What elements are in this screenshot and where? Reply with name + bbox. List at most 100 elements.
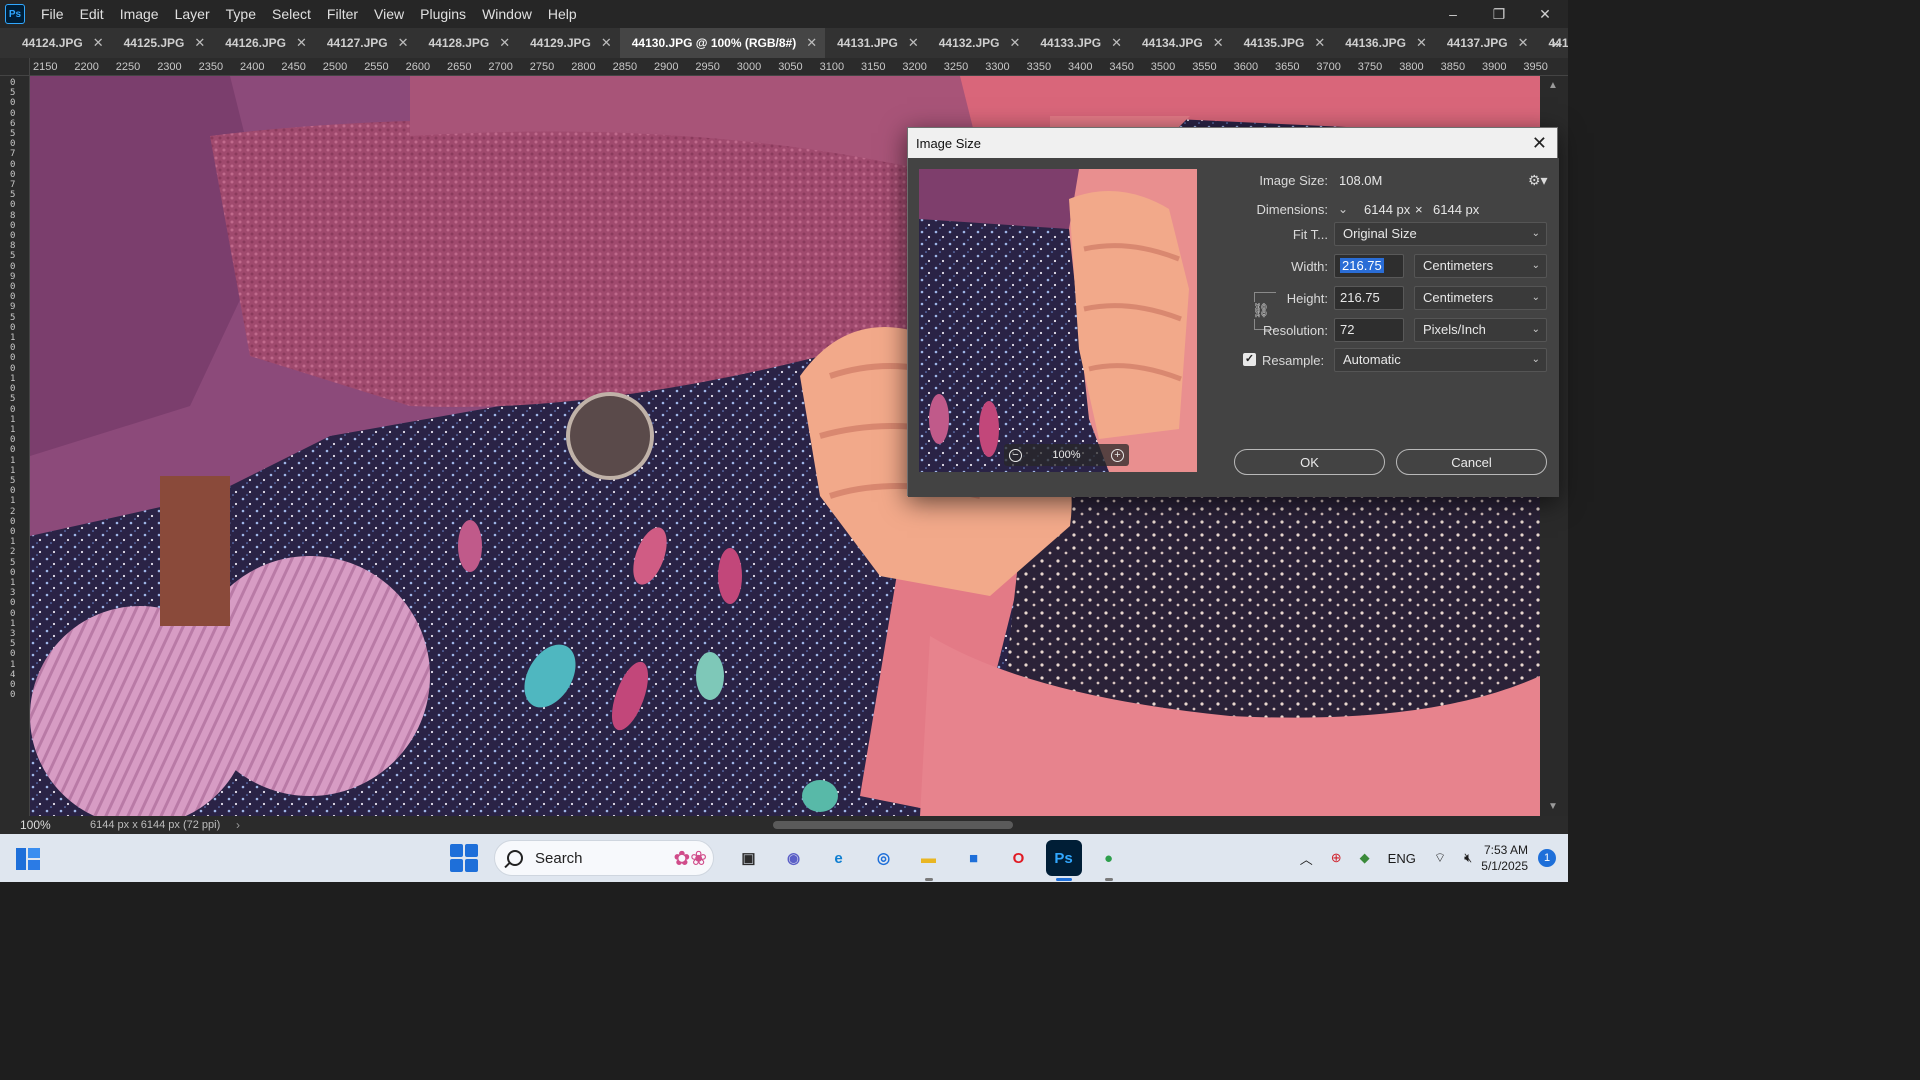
tray-app-icon[interactable]: ◆	[1360, 850, 1370, 866]
tab-close-icon[interactable]: ✕	[806, 35, 817, 51]
tab-close-icon[interactable]: ✕	[601, 35, 612, 51]
opera-icon[interactable]: O	[1001, 840, 1037, 876]
menu-image[interactable]: Image	[112, 0, 167, 28]
resolution-value: 72	[1340, 322, 1355, 337]
menu-select[interactable]: Select	[264, 0, 319, 28]
fit-to-label: Fit T...	[1292, 227, 1328, 242]
tab-document[interactable]: 44135.JPG ✕	[1232, 28, 1334, 58]
ruler-tick-label: 3350	[1026, 61, 1052, 73]
tab-close-icon[interactable]: ✕	[1009, 35, 1020, 51]
tab-close-icon[interactable]: ✕	[1416, 35, 1427, 51]
scroll-down-arrow-icon[interactable]: ▼	[1548, 801, 1558, 812]
tab-document[interactable]: 44134.JPG ✕	[1130, 28, 1232, 58]
tab-close-icon[interactable]: ✕	[194, 35, 205, 51]
tab-label: 44129.JPG	[530, 36, 591, 50]
lens-icon[interactable]: ◎	[866, 840, 902, 876]
status-menu-chevron-icon[interactable]: ›	[236, 818, 240, 832]
zoom-out-icon[interactable]: −	[1009, 448, 1022, 462]
tab-close-icon[interactable]: ✕	[1111, 35, 1122, 51]
resample-select[interactable]: Automatic ⌄	[1334, 348, 1547, 372]
dialog-close-icon[interactable]: ✕	[1532, 133, 1547, 154]
vertical-ruler[interactable]: 0500650700750800850900950100010501100115…	[0, 76, 30, 816]
wifi-icon[interactable]: ⌔	[1434, 850, 1446, 866]
menu-file[interactable]: File	[33, 0, 72, 28]
show-hidden-icons-chevron-icon[interactable]: ︿	[1300, 849, 1313, 868]
vpn-icon[interactable]: ⊕	[1331, 850, 1342, 866]
tab-document[interactable]: 44129.JPG ✕	[518, 28, 620, 58]
tab-document[interactable]: 44132.JPG ✕	[927, 28, 1029, 58]
tab-close-icon[interactable]: ✕	[908, 35, 919, 51]
tab-document[interactable]: 44125.JPG ✕	[112, 28, 214, 58]
tab-label: 44134.JPG	[1141, 36, 1203, 50]
tab-close-icon[interactable]: ✕	[499, 35, 510, 51]
menu-view[interactable]: View	[366, 0, 412, 28]
resolution-unit-select[interactable]: Pixels/Inch ⌄	[1414, 318, 1547, 342]
menu-filter[interactable]: Filter	[319, 0, 366, 28]
scroll-up-arrow-icon[interactable]: ▲	[1548, 80, 1558, 91]
resolution-input[interactable]: 72	[1334, 318, 1404, 342]
tab-document[interactable]: 44128.JPG ✕	[417, 28, 519, 58]
teams-icon[interactable]: ◉	[776, 840, 812, 876]
ruler-origin[interactable]	[0, 58, 30, 76]
volume-muted-icon[interactable]: 🔇︎	[1464, 850, 1472, 866]
cancel-button[interactable]: Cancel	[1396, 449, 1547, 475]
tab-document[interactable]: 44136.JPG ✕	[1333, 28, 1435, 58]
width-input[interactable]: 216.75	[1334, 254, 1404, 278]
width-unit-select[interactable]: Centimeters ⌄	[1414, 254, 1547, 278]
tab-overflow-button[interactable]: »	[1552, 28, 1560, 58]
tab-document[interactable]: 44127.JPG ✕	[315, 28, 417, 58]
preview-image	[919, 169, 1197, 472]
clock[interactable]: 7:53 AM 5/1/2025	[1481, 842, 1528, 874]
tab-close-icon[interactable]: ✕	[1213, 35, 1224, 51]
restore-button[interactable]: ❐	[1476, 0, 1522, 28]
fit-to-select[interactable]: Original Size ⌄	[1334, 222, 1547, 246]
minimize-button[interactable]: –	[1430, 0, 1476, 28]
tab-close-icon[interactable]: ✕	[1314, 35, 1325, 51]
status-document-info[interactable]: 6144 px x 6144 px (72 ppi)	[60, 819, 230, 831]
ok-button[interactable]: OK	[1234, 449, 1385, 475]
tab-document[interactable]: 44130.JPG @ 100% (RGB/8#) ✕	[619, 28, 826, 58]
language-indicator[interactable]: ENG	[1388, 851, 1416, 866]
tab-close-icon[interactable]: ✕	[398, 35, 409, 51]
tab-document[interactable]: 44126.JPG ✕	[213, 28, 315, 58]
tab-label: 44137.JPG	[1446, 36, 1508, 50]
photoshop-icon[interactable]: Ps	[1045, 840, 1082, 881]
chrome-icon[interactable]: ●	[1091, 840, 1127, 881]
edge-icon[interactable]: e	[821, 840, 857, 876]
tab-document[interactable]: 44133.JPG ✕	[1028, 28, 1130, 58]
dimensions-unit-chevron-icon[interactable]: ⌄	[1338, 202, 1348, 216]
close-window-button[interactable]: ✕	[1522, 0, 1568, 28]
file-explorer-icon[interactable]: ▬	[911, 840, 947, 881]
store-icon[interactable]: ■	[956, 840, 992, 876]
dialog-title-bar[interactable]: Image Size ✕	[908, 128, 1557, 158]
horizontal-ruler[interactable]: 2150 2200 2250 2300 2350 2400 2450 2500 2550 2600…	[30, 58, 1568, 76]
tab-document[interactable]: 44124.JPG ✕	[10, 28, 112, 58]
menu-help[interactable]: Help	[540, 0, 585, 28]
image-preview[interactable]: − 100% +	[919, 169, 1197, 472]
tab-document[interactable]: 44137.JPG ✕	[1435, 28, 1537, 58]
resample-checkbox[interactable]: ✓	[1243, 353, 1256, 366]
tab-close-icon[interactable]: ✕	[1518, 35, 1529, 51]
status-zoom-level[interactable]: 100%	[0, 818, 60, 832]
zoom-in-icon[interactable]: +	[1110, 448, 1124, 462]
task-view-icon[interactable]: ▣	[731, 840, 767, 876]
tab-document[interactable]: 44131.JPG ✕	[825, 28, 927, 58]
tab-close-icon[interactable]: ✕	[93, 35, 104, 51]
horizontal-scroll-thumb[interactable]	[773, 821, 1013, 829]
start-button-icon[interactable]	[450, 844, 478, 872]
tab-close-icon[interactable]: ✕	[296, 35, 307, 51]
horizontal-scrollbar[interactable]	[265, 820, 1530, 830]
height-input[interactable]: 216.75	[1334, 286, 1404, 310]
height-unit-select[interactable]: Centimeters ⌄	[1414, 286, 1547, 310]
menu-edit[interactable]: Edit	[72, 0, 112, 28]
widgets-icon[interactable]	[14, 846, 42, 872]
tab-label: 44125.JPG	[123, 36, 185, 50]
menu-plugins[interactable]: Plugins	[412, 0, 474, 28]
menu-window[interactable]: Window	[474, 0, 540, 28]
menu-type[interactable]: Type	[218, 0, 264, 28]
taskbar-search[interactable]: Search ✿❀	[494, 840, 714, 876]
ruler-tick-label: 3850	[1440, 61, 1466, 73]
menu-layer[interactable]: Layer	[167, 0, 218, 28]
notification-badge[interactable]: 1	[1538, 849, 1556, 867]
settings-gear-icon[interactable]: ⚙▾	[1528, 172, 1548, 189]
